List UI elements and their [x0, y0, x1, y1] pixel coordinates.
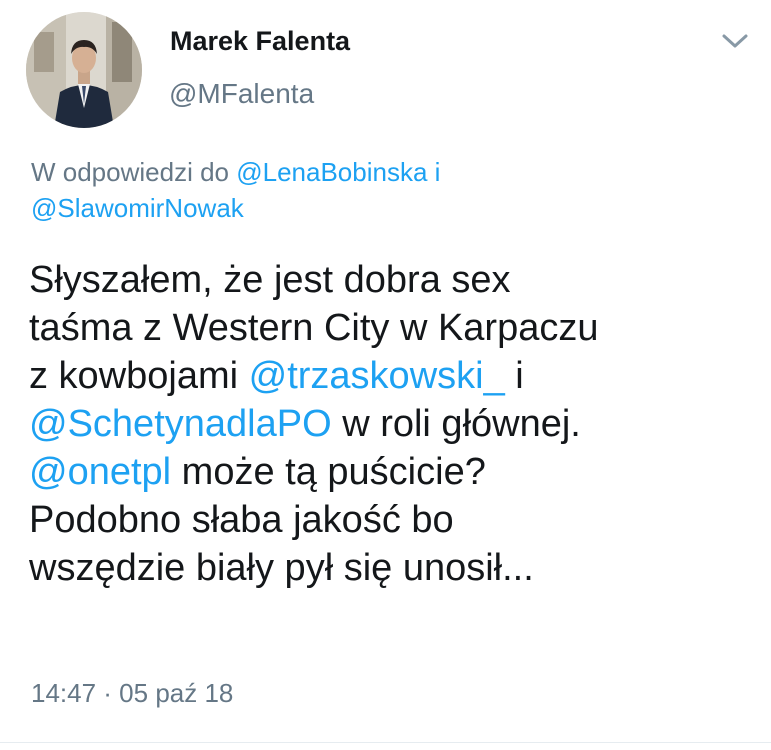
tweet-text-segment: i: [504, 355, 524, 397]
avatar[interactable]: [26, 12, 142, 128]
reply-context: W odpowiedzi do @LenaBobinska i @Slawomi…: [31, 154, 751, 226]
tweet-line: @onetpl może tą puścicie?: [29, 448, 764, 496]
reply-conjunction: i: [427, 157, 441, 187]
mention-slawomirnowak[interactable]: @SlawomirNowak: [31, 193, 244, 223]
tweet-line: wszędzie biały pył się unosił...: [29, 547, 534, 589]
tweet-card: Marek Falenta @MFalenta W odpowiedzi do …: [0, 0, 771, 750]
tweet-text-segment: z kowbojami: [29, 355, 249, 397]
tweet-line: @SchetynadlaPO w roli głównej.: [29, 400, 764, 448]
mention-trzaskowski[interactable]: @trzaskowski_: [249, 355, 505, 397]
tweet-line: Słyszałem, że jest dobra sex: [29, 259, 511, 301]
divider: [0, 742, 771, 743]
mention-schetynadlapo[interactable]: @SchetynadlaPO: [29, 403, 332, 445]
author-handle[interactable]: @MFalenta: [169, 78, 314, 110]
mention-lenabobinska[interactable]: @LenaBobinska: [236, 157, 427, 187]
avatar-photo: [26, 12, 142, 128]
tweet-line: taśma z Western City w Karpaczu: [29, 307, 599, 349]
author-name[interactable]: Marek Falenta: [170, 26, 350, 57]
tweet-timestamp[interactable]: 14:47 · 05 paź 18: [31, 678, 233, 709]
tweet-text-segment: może tą puścicie?: [171, 451, 486, 493]
reply-prefix: W odpowiedzi do: [31, 157, 237, 187]
tweet-text-segment: w roli głównej.: [331, 403, 581, 445]
tweet-text: Słyszałem, że jest dobra sex taśma z Wes…: [29, 256, 764, 592]
tweet-line: Podobno słaba jakość bo: [29, 499, 454, 541]
chevron-down-icon[interactable]: [718, 28, 752, 54]
tweet-line: z kowbojami @trzaskowski_ i: [29, 352, 764, 400]
mention-onetpl[interactable]: @onetpl: [29, 451, 171, 493]
